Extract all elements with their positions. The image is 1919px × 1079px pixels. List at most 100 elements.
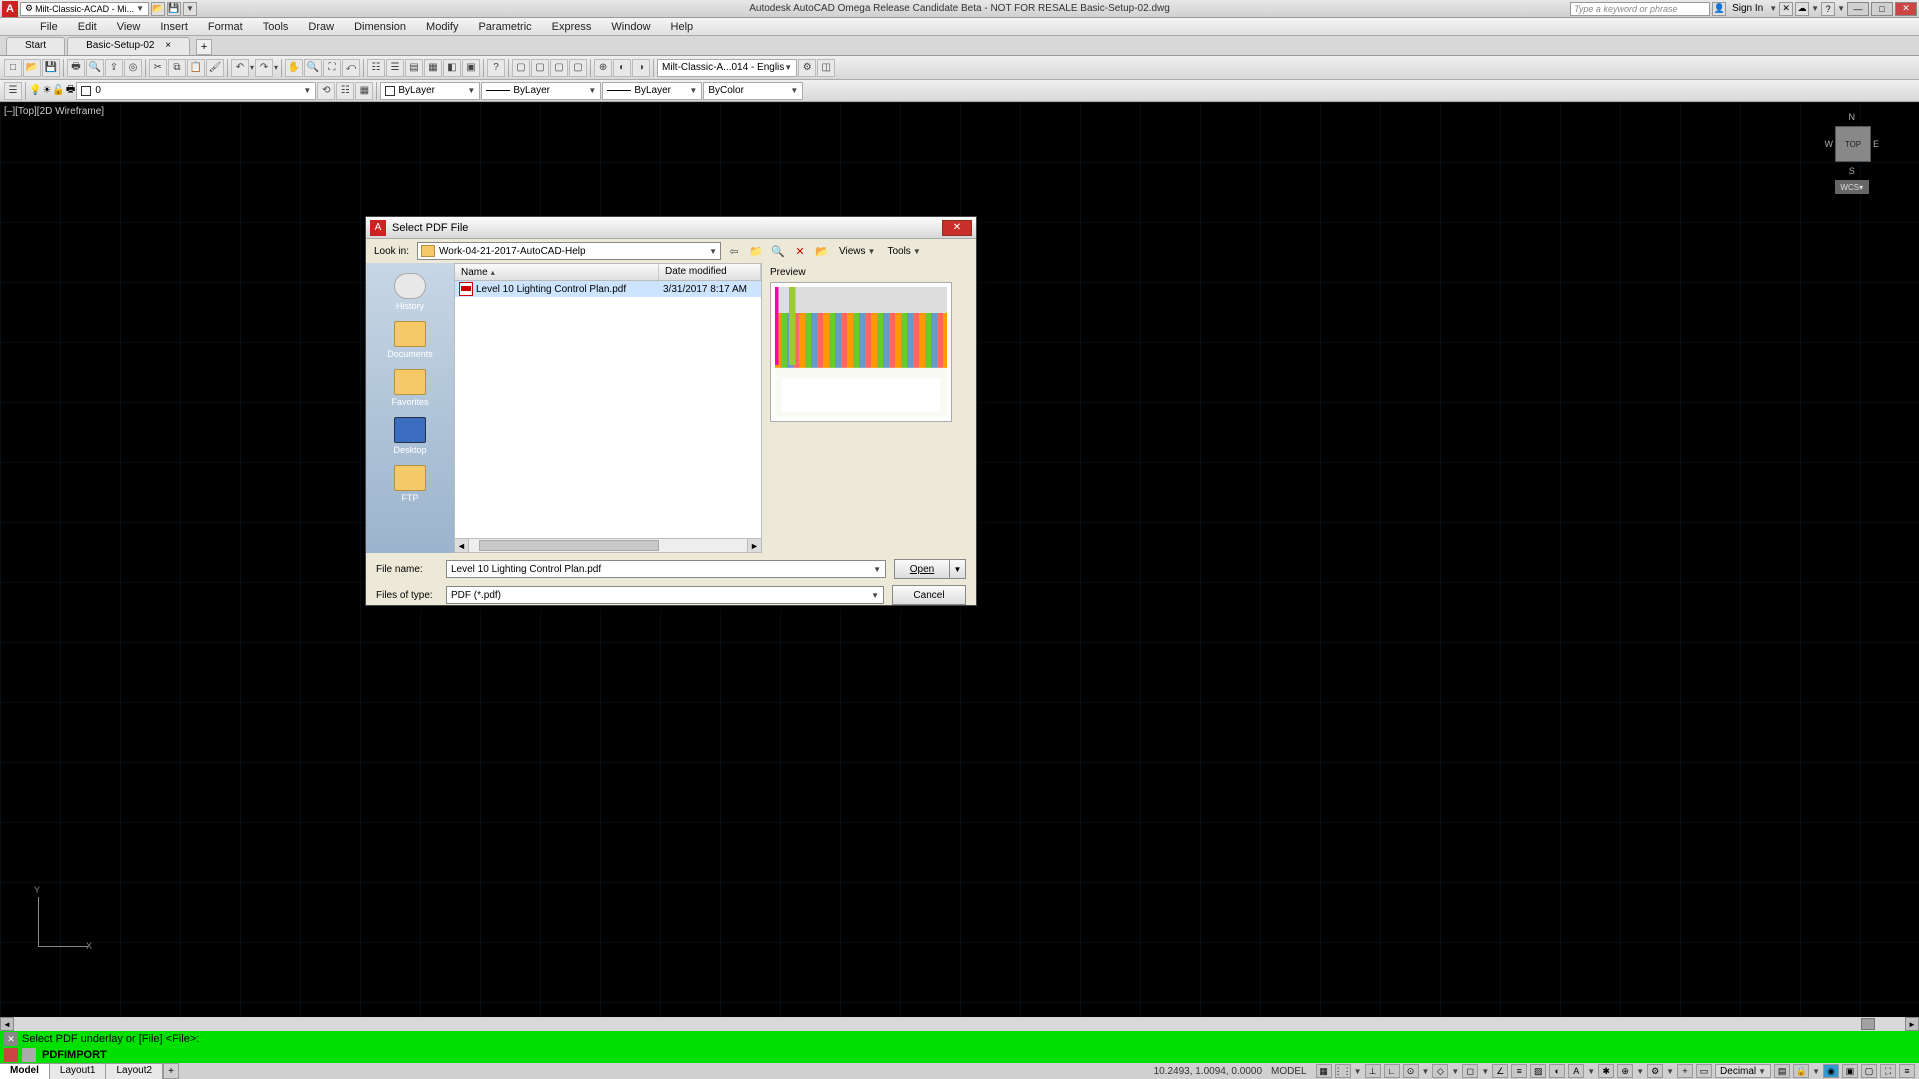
save-button[interactable]: 💾 <box>167 2 181 16</box>
menu-file[interactable]: File <box>30 19 68 35</box>
pan-icon[interactable]: ✋ <box>285 59 303 77</box>
file-row[interactable]: Level 10 Lighting Control Plan.pdf 3/31/… <box>455 281 761 297</box>
menu-format[interactable]: Format <box>198 19 253 35</box>
linetype-dropdown[interactable]: ByLayer▼ <box>481 82 601 100</box>
search-web-button[interactable]: 🔍 <box>769 242 787 260</box>
scroll-left-icon[interactable]: ◄ <box>0 1017 14 1031</box>
toolpal-icon[interactable]: ▤ <box>405 59 423 77</box>
snap-toggle[interactable]: ⋮⋮ <box>1335 1064 1351 1078</box>
open-icon[interactable]: 📂 <box>23 59 41 77</box>
units-dropdown[interactable]: Decimal▼ <box>1715 1064 1771 1078</box>
close-button[interactable]: ✕ <box>942 220 972 236</box>
anno1-icon[interactable]: ⊕ <box>594 59 612 77</box>
place-desktop[interactable]: Desktop <box>370 413 450 461</box>
place-documents[interactable]: Documents <box>370 317 450 365</box>
viewcube[interactable]: N W TOP E S WCS▾ <box>1824 112 1879 198</box>
menu-insert[interactable]: Insert <box>150 19 198 35</box>
dialog-titlebar[interactable]: A Select PDF File ✕ <box>366 217 976 239</box>
coordinates[interactable]: 10.2493, 1.0094, 0.0000 <box>1154 1066 1262 1077</box>
layer-dropdown[interactable]: 0 ▼ <box>76 82 316 100</box>
publish-icon[interactable]: ⇪ <box>105 59 123 77</box>
menu-window[interactable]: Window <box>601 19 660 35</box>
filename-input[interactable]: Level 10 Lighting Control Plan.pdf▼ <box>446 560 886 578</box>
ws-settings-icon[interactable]: ⚙ <box>798 59 816 77</box>
close-icon[interactable]: ✕ <box>4 1032 18 1046</box>
match-icon[interactable]: 🖌 <box>206 59 224 77</box>
hscrollbar[interactable]: ◄ ► <box>0 1017 1919 1031</box>
grid-toggle[interactable]: ▦ <box>1316 1064 1332 1078</box>
anno3-icon[interactable]: ◑ <box>632 59 650 77</box>
annovisibility-icon[interactable]: ✱ <box>1598 1064 1614 1078</box>
model-indicator[interactable]: MODEL <box>1271 1066 1307 1077</box>
viewport-label[interactable]: [–][Top][2D Wireframe] <box>4 106 104 117</box>
chevron-down-icon[interactable]: ▼ <box>1422 1067 1430 1076</box>
properties-icon[interactable]: ☷ <box>367 59 385 77</box>
print-icon[interactable]: 🖶 <box>67 59 85 77</box>
workspace-combo[interactable]: Milt-Classic-A...014 - Englis▼ <box>657 59 797 77</box>
viewcube-w[interactable]: W <box>1824 139 1833 149</box>
command-window[interactable]: ✕ Select PDF underlay or [File] <File>: … <box>0 1031 1919 1063</box>
osnap-toggle[interactable]: ◻ <box>1462 1064 1478 1078</box>
redo-icon[interactable]: ↷ <box>255 59 273 77</box>
plot-preview-icon[interactable]: 🔍 <box>86 59 104 77</box>
exchange-icon[interactable]: ✕ <box>1779 2 1793 16</box>
a360-icon[interactable]: ☁ <box>1795 2 1809 16</box>
delete-button[interactable]: ✕ <box>791 242 809 260</box>
iso-toggle[interactable]: ◇ <box>1432 1064 1448 1078</box>
cycling-toggle[interactable]: ◐ <box>1549 1064 1565 1078</box>
isolate-toggle[interactable]: ▣ <box>1842 1064 1858 1078</box>
menu-dimension[interactable]: Dimension <box>344 19 416 35</box>
filelist-hscroll[interactable]: ◄ ► <box>454 539 762 553</box>
zoom-prev-icon[interactable]: ⤺ <box>342 59 360 77</box>
column-date[interactable]: Date modified <box>659 264 761 280</box>
viewcube-s[interactable]: S <box>1824 166 1879 176</box>
help-icon[interactable]: ? <box>1821 2 1835 16</box>
new-layout-button[interactable]: + <box>163 1063 179 1079</box>
menu-help[interactable]: Help <box>661 19 704 35</box>
search-input[interactable]: Type a keyword or phrase <box>1570 2 1710 16</box>
close-button[interactable]: ✕ <box>1895 2 1917 16</box>
lockui-toggle[interactable]: 🔒 <box>1793 1064 1809 1078</box>
viewcube-e[interactable]: E <box>1873 139 1879 149</box>
copy-icon[interactable]: ⧉ <box>168 59 186 77</box>
chevron-down-icon[interactable]: ▼ <box>1636 1067 1644 1076</box>
wcs-dropdown[interactable]: WCS▾ <box>1835 180 1869 194</box>
place-ftp[interactable]: FTP <box>370 461 450 509</box>
chevron-down-icon[interactable]: ▼ <box>1451 1067 1459 1076</box>
lookin-dropdown[interactable]: Work-04-21-2017-AutoCAD-Help ▼ <box>417 242 721 260</box>
file-list-body[interactable]: Level 10 Lighting Control Plan.pdf 3/31/… <box>454 281 762 539</box>
viewcube-n[interactable]: N <box>1824 112 1879 122</box>
chevron-down-icon[interactable]: ▼ <box>1811 4 1819 13</box>
chevron-down-icon[interactable]: ▼ <box>1666 1067 1674 1076</box>
chevron-down-icon[interactable]: ▼ <box>1587 1067 1595 1076</box>
hscroll-track[interactable] <box>14 1017 1905 1031</box>
menu-view[interactable]: View <box>107 19 151 35</box>
signin-link[interactable]: Sign In <box>1732 3 1763 14</box>
layer-iso-icon[interactable]: ▦ <box>355 82 373 100</box>
menu-parametric[interactable]: Parametric <box>468 19 541 35</box>
hscroll-thumb[interactable] <box>479 540 659 551</box>
fullscreen-toggle[interactable]: ⛶ <box>1880 1064 1896 1078</box>
hardware-toggle[interactable]: ◉ <box>1823 1064 1839 1078</box>
chevron-down-icon[interactable]: ▼ <box>1354 1067 1362 1076</box>
annoauto-icon[interactable]: ⊕ <box>1617 1064 1633 1078</box>
cmd-customize-icon[interactable] <box>22 1048 36 1062</box>
tab-start[interactable]: Start <box>6 37 65 55</box>
open-button[interactable]: 📂 <box>151 2 165 16</box>
app-icon[interactable]: A <box>2 1 18 17</box>
infocenter-signin-icon[interactable]: 👤 <box>1712 2 1726 16</box>
command-input[interactable]: PDFIMPORT <box>0 1047 1919 1063</box>
tools-menu[interactable]: Tools▼ <box>883 244 924 259</box>
place-favorites[interactable]: Favorites <box>370 365 450 413</box>
save-icon[interactable]: 💾 <box>42 59 60 77</box>
layer-prev-icon[interactable]: ⟲ <box>317 82 335 100</box>
sheet-icon[interactable]: ▦ <box>424 59 442 77</box>
chevron-down-icon[interactable]: ▾ <box>274 63 278 72</box>
ws-toggle[interactable]: ⚙ <box>1647 1064 1663 1078</box>
file-list-header[interactable]: Name▴ Date modified <box>454 263 762 281</box>
paste-icon[interactable]: 📋 <box>187 59 205 77</box>
back-button[interactable]: ⇦ <box>725 242 743 260</box>
quickprops-toggle[interactable]: ▤ <box>1774 1064 1790 1078</box>
customize-status-icon[interactable]: ≡ <box>1899 1064 1915 1078</box>
new-icon[interactable]: □ <box>4 59 22 77</box>
